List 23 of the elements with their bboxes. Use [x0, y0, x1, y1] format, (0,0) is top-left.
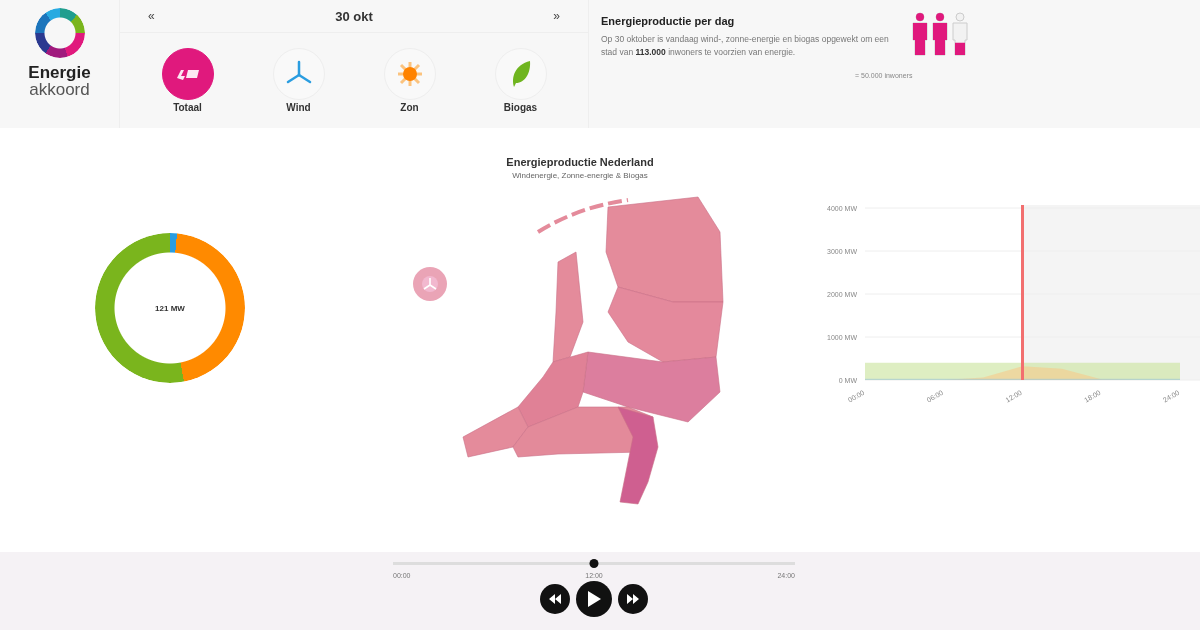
map-subtitle: Windenergie, Zonne-energie & Biogas [512, 171, 648, 180]
person-icon [951, 12, 969, 56]
person-icon [911, 12, 929, 56]
person-icon [931, 12, 949, 56]
play-icon [587, 591, 601, 607]
rewind-icon [549, 594, 561, 604]
fast-forward-icon [627, 594, 639, 604]
fast-forward-button[interactable] [618, 584, 648, 614]
wind-turbine-icon [420, 275, 439, 293]
info-text: Op 30 oktober is vandaag wind-, zonne-energie en biogas opgewekt om een stad van 113.000 inwoners te voorzien van energie. [601, 33, 890, 59]
previous-day-button[interactable]: « [144, 7, 159, 25]
logo-ring-icon [34, 8, 85, 58]
rewind-button[interactable] [540, 584, 570, 614]
play-button[interactable] [576, 581, 612, 617]
next-day-button[interactable]: » [549, 7, 564, 25]
map-title: Energieproductie Nederland [506, 156, 654, 168]
date-label: 30 okt [335, 8, 373, 24]
slider-thumb[interactable] [589, 559, 599, 568]
logo-text: Energie akkoord [28, 64, 91, 98]
wind-farm-marker[interactable] [412, 267, 447, 301]
info-title: Energieproductie per dag [601, 15, 736, 27]
donut-center-value: 121 MW [155, 303, 185, 313]
sun-icon [395, 60, 424, 88]
